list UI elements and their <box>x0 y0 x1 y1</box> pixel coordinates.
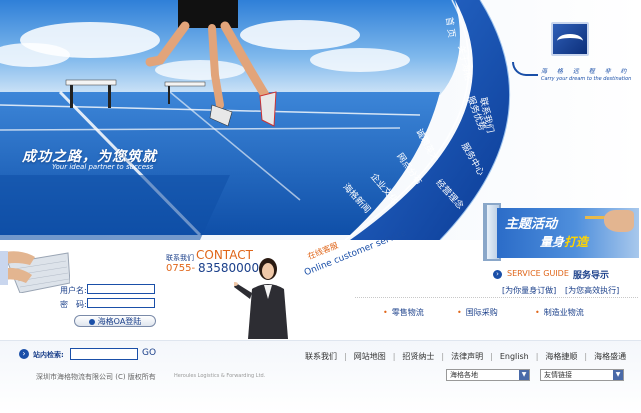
search-go-button[interactable]: GO <box>142 348 156 358</box>
theme-subtitle-a: 量身 <box>540 235 565 249</box>
divider: | <box>344 352 347 361</box>
divider: | <box>490 352 493 361</box>
chevron-down-icon: › <box>493 270 502 279</box>
copyright-text: 深圳市海格物流有限公司 (C) 版权所有 <box>36 373 156 381</box>
regions-select[interactable]: 海格各地 ▼ <box>446 369 530 381</box>
service-link-procurement[interactable]: • 国际采购 <box>457 307 498 318</box>
menu-item-home[interactable]: 首 页 <box>443 16 459 38</box>
copyright-company-en: Heroules Logistics & Forwarding Ltd. <box>174 373 266 379</box>
service-guide-link-efficient[interactable]: [为您高效执行] <box>565 285 619 296</box>
divider: | <box>392 352 396 361</box>
oa-login-label: 海格OA登陆 <box>97 317 142 326</box>
logo-name: 海 格 远 程 非 约 <box>541 68 631 75</box>
service-link-retail[interactable]: • 零售物流 <box>383 307 424 318</box>
footer-link-legal[interactable]: 法律声明 <box>451 352 483 361</box>
company-logo[interactable] <box>551 22 589 56</box>
logo-wave-icon <box>557 34 583 48</box>
divider: | <box>584 352 588 361</box>
hero-banner: 成功之路，为您筑就 Your ideal partner to success … <box>0 0 641 240</box>
divider <box>355 297 638 298</box>
theme-title: 主题活动 <box>505 217 558 232</box>
password-label: 密 码: <box>60 300 87 309</box>
friend-links-select[interactable]: 友情链接 ▼ <box>540 369 624 381</box>
footer-link-sitemap[interactable]: 网站地图 <box>354 352 386 361</box>
theme-subtitle-b: 打造 <box>564 235 589 249</box>
bullet-icon: • <box>457 308 462 317</box>
service-guide-link-custom[interactable]: [为你量身订做] <box>502 285 556 296</box>
bullet-icon: • <box>535 308 540 317</box>
friend-links-select-value: 友情链接 <box>544 371 572 379</box>
oa-login-button[interactable]: 海格OA登陆 <box>74 315 156 327</box>
service-link-label: 国际采购 <box>465 308 498 317</box>
footer-link-english[interactable]: English <box>500 352 529 361</box>
customer-service-woman-image <box>234 258 288 339</box>
search-icon: › <box>19 349 29 359</box>
footer-link-shengtong[interactable]: 海格盛通 <box>594 352 626 361</box>
username-label: 用户名: <box>60 286 87 295</box>
footer-link-contact[interactable]: 联系我们 <box>305 352 337 361</box>
footer-nav: 联系我们 | 网站地图 | 招贤纳士 | 法律声明 | English | 海格捷顺 | 海格盛通 <box>305 351 626 362</box>
footer-link-jieshun[interactable]: 海格捷顺 <box>545 352 577 361</box>
contact-label: 联系我们 <box>166 254 194 262</box>
password-input[interactable] <box>87 298 155 308</box>
theme-subtitle: 量身打造 <box>540 233 588 250</box>
homepage: 成功之路，为您筑就 Your ideal partner to success … <box>0 0 641 413</box>
service-link-label: 制造业物流 <box>543 308 584 317</box>
bullet-icon: • <box>383 308 388 317</box>
hand-icon <box>604 210 634 232</box>
login-icon <box>88 318 95 325</box>
contact-area-code: 0755- <box>166 263 196 274</box>
hero-slogan-subtitle: Your ideal partner to success <box>52 163 154 171</box>
service-guide-label-en: SERVICE GUIDE <box>507 269 569 278</box>
divider: | <box>441 352 445 361</box>
chevron-down-icon: ▼ <box>519 370 529 380</box>
site-search-input[interactable] <box>70 348 138 360</box>
site-search-label: 站内检索: <box>33 351 64 359</box>
logo-tagline: Carry your dream to the destination <box>541 76 632 82</box>
username-input[interactable] <box>87 284 155 294</box>
service-link-manufacturing[interactable]: • 制造业物流 <box>535 307 584 318</box>
service-guide-label-cn: 服务导示 <box>573 271 610 281</box>
hero-illustration <box>0 0 641 240</box>
service-link-label: 零售物流 <box>391 308 424 317</box>
divider: | <box>535 352 539 361</box>
chevron-down-icon: ▼ <box>613 370 623 380</box>
regions-select-value: 海格各地 <box>450 371 478 379</box>
footer-link-careers[interactable]: 招贤纳士 <box>402 352 434 361</box>
